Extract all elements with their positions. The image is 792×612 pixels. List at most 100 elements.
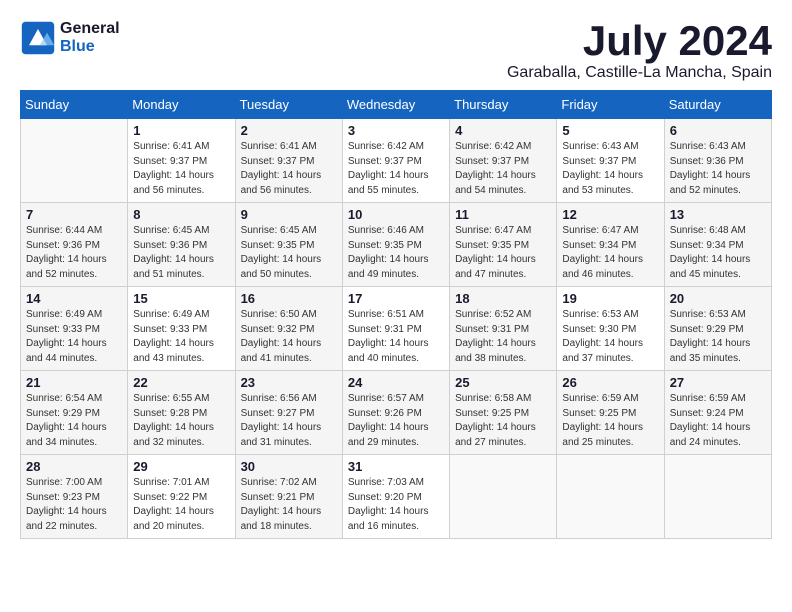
day-info: Sunrise: 6:43 AM Sunset: 9:37 PM Dayligh… <box>562 140 658 198</box>
day-info: Sunrise: 6:53 AM Sunset: 9:29 PM Dayligh… <box>670 308 766 366</box>
logo-icon <box>20 20 56 56</box>
day-info: Sunrise: 7:02 AM Sunset: 9:21 PM Dayligh… <box>241 476 337 534</box>
day-info: Sunrise: 6:59 AM Sunset: 9:25 PM Dayligh… <box>562 392 658 450</box>
day-number: 6 <box>670 123 766 138</box>
calendar-cell: 24 Sunrise: 6:57 AM Sunset: 9:26 PM Dayli… <box>342 371 449 455</box>
calendar-cell: 12Sunrise: 6:47 AM Sunset: 9:34 PM Dayli… <box>557 203 664 287</box>
day-number: 18 <box>455 291 551 306</box>
header-thursday: Thursday <box>450 91 557 119</box>
calendar-cell: 15 Sunrise: 6:49 AM Sunset: 9:33 PM Dayli… <box>128 287 235 371</box>
day-info: Sunrise: 6:56 AM Sunset: 9:27 PM Dayligh… <box>241 392 337 450</box>
day-number: 26 <box>562 375 658 390</box>
header-friday: Friday <box>557 91 664 119</box>
day-number: 5 <box>562 123 658 138</box>
calendar-cell: 29Sunrise: 7:01 AM Sunset: 9:22 PM Dayli… <box>128 455 235 539</box>
day-number: 27 <box>670 375 766 390</box>
location-subtitle: Garaballa, Castille-La Mancha, Spain <box>507 64 772 82</box>
calendar-cell <box>21 119 128 203</box>
day-number: 17 <box>348 291 444 306</box>
day-info: Sunrise: 6:51 AM Sunset: 9:31 PM Dayligh… <box>348 308 444 366</box>
day-info: Sunrise: 6:57 AM Sunset: 9:26 PM Dayligh… <box>348 392 444 450</box>
day-number: 11 <box>455 207 551 222</box>
calendar-cell: 27 Sunrise: 6:59 AM Sunset: 9:24 PM Dayli… <box>664 371 771 455</box>
calendar-cell: 13 Sunrise: 6:48 AM Sunset: 9:34 PM Dayli… <box>664 203 771 287</box>
day-info: Sunrise: 6:44 AM Sunset: 9:36 PM Dayligh… <box>26 224 122 282</box>
day-info: Sunrise: 6:46 AM Sunset: 9:35 PM Dayligh… <box>348 224 444 282</box>
day-number: 12 <box>562 207 658 222</box>
calendar-week-2: 7 Sunrise: 6:44 AM Sunset: 9:36 PM Daylig… <box>21 203 772 287</box>
day-info: Sunrise: 7:00 AM Sunset: 9:23 PM Dayligh… <box>26 476 122 534</box>
calendar-cell <box>557 455 664 539</box>
calendar-cell: 8 Sunrise: 6:45 AM Sunset: 9:36 PM Daylig… <box>128 203 235 287</box>
day-number: 28 <box>26 459 122 474</box>
day-info: Sunrise: 6:41 AM Sunset: 9:37 PM Dayligh… <box>241 140 337 198</box>
day-info: Sunrise: 6:45 AM Sunset: 9:36 PM Dayligh… <box>133 224 229 282</box>
day-number: 3 <box>348 123 444 138</box>
header-sunday: Sunday <box>21 91 128 119</box>
calendar-week-1: 1 Sunrise: 6:41 AM Sunset: 9:37 PM Daylig… <box>21 119 772 203</box>
day-number: 4 <box>455 123 551 138</box>
day-info: Sunrise: 6:59 AM Sunset: 9:24 PM Dayligh… <box>670 392 766 450</box>
day-number: 14 <box>26 291 122 306</box>
day-info: Sunrise: 6:45 AM Sunset: 9:35 PM Dayligh… <box>241 224 337 282</box>
day-number: 24 <box>348 375 444 390</box>
calendar-cell: 22 Sunrise: 6:55 AM Sunset: 9:28 PM Dayli… <box>128 371 235 455</box>
header-monday: Monday <box>128 91 235 119</box>
day-info: Sunrise: 6:43 AM Sunset: 9:36 PM Dayligh… <box>670 140 766 198</box>
day-number: 13 <box>670 207 766 222</box>
day-number: 23 <box>241 375 337 390</box>
day-number: 30 <box>241 459 337 474</box>
calendar-cell: 26 Sunrise: 6:59 AM Sunset: 9:25 PM Dayli… <box>557 371 664 455</box>
calendar-cell: 19 Sunrise: 6:53 AM Sunset: 9:30 PM Dayli… <box>557 287 664 371</box>
day-number: 31 <box>348 459 444 474</box>
day-number: 15 <box>133 291 229 306</box>
day-number: 16 <box>241 291 337 306</box>
calendar-cell: 10Sunrise: 6:46 AM Sunset: 9:35 PM Dayli… <box>342 203 449 287</box>
day-number: 1 <box>133 123 229 138</box>
day-info: Sunrise: 6:42 AM Sunset: 9:37 PM Dayligh… <box>348 140 444 198</box>
calendar-cell: 5 Sunrise: 6:43 AM Sunset: 9:37 PM Daylig… <box>557 119 664 203</box>
calendar-cell: 31 Sunrise: 7:03 AM Sunset: 9:20 PM Dayli… <box>342 455 449 539</box>
day-number: 8 <box>133 207 229 222</box>
calendar-cell: 20Sunrise: 6:53 AM Sunset: 9:29 PM Dayli… <box>664 287 771 371</box>
header-wednesday: Wednesday <box>342 91 449 119</box>
day-info: Sunrise: 6:55 AM Sunset: 9:28 PM Dayligh… <box>133 392 229 450</box>
day-info: Sunrise: 6:53 AM Sunset: 9:30 PM Dayligh… <box>562 308 658 366</box>
day-info: Sunrise: 6:49 AM Sunset: 9:33 PM Dayligh… <box>26 308 122 366</box>
calendar-cell: 7 Sunrise: 6:44 AM Sunset: 9:36 PM Daylig… <box>21 203 128 287</box>
calendar-cell <box>450 455 557 539</box>
day-number: 2 <box>241 123 337 138</box>
calendar-cell: 28 Sunrise: 7:00 AM Sunset: 9:23 PM Dayli… <box>21 455 128 539</box>
calendar-cell: 18 Sunrise: 6:52 AM Sunset: 9:31 PM Dayli… <box>450 287 557 371</box>
calendar-cell: 6 Sunrise: 6:43 AM Sunset: 9:36 PM Daylig… <box>664 119 771 203</box>
day-number: 29 <box>133 459 229 474</box>
day-info: Sunrise: 6:48 AM Sunset: 9:34 PM Dayligh… <box>670 224 766 282</box>
day-info: Sunrise: 6:52 AM Sunset: 9:31 PM Dayligh… <box>455 308 551 366</box>
day-number: 22 <box>133 375 229 390</box>
day-info: Sunrise: 6:41 AM Sunset: 9:37 PM Dayligh… <box>133 140 229 198</box>
calendar-cell: 21 Sunrise: 6:54 AM Sunset: 9:29 PM Dayli… <box>21 371 128 455</box>
calendar-cell: 3 Sunrise: 6:42 AM Sunset: 9:37 PM Daylig… <box>342 119 449 203</box>
calendar-cell: 14 Sunrise: 6:49 AM Sunset: 9:33 PM Dayli… <box>21 287 128 371</box>
title-section: July 2024 Garaballa, Castille-La Mancha,… <box>507 20 772 82</box>
day-info: Sunrise: 6:58 AM Sunset: 9:25 PM Dayligh… <box>455 392 551 450</box>
calendar-header-row: SundayMondayTuesdayWednesdayThursdayFrid… <box>21 91 772 119</box>
day-info: Sunrise: 6:54 AM Sunset: 9:29 PM Dayligh… <box>26 392 122 450</box>
day-info: Sunrise: 6:50 AM Sunset: 9:32 PM Dayligh… <box>241 308 337 366</box>
day-info: Sunrise: 6:49 AM Sunset: 9:33 PM Dayligh… <box>133 308 229 366</box>
day-number: 21 <box>26 375 122 390</box>
day-number: 9 <box>241 207 337 222</box>
day-number: 7 <box>26 207 122 222</box>
day-info: Sunrise: 7:03 AM Sunset: 9:20 PM Dayligh… <box>348 476 444 534</box>
day-info: Sunrise: 6:42 AM Sunset: 9:37 PM Dayligh… <box>455 140 551 198</box>
day-number: 25 <box>455 375 551 390</box>
calendar-week-3: 14 Sunrise: 6:49 AM Sunset: 9:33 PM Dayli… <box>21 287 772 371</box>
calendar-week-5: 28 Sunrise: 7:00 AM Sunset: 9:23 PM Dayli… <box>21 455 772 539</box>
calendar-cell: 11 Sunrise: 6:47 AM Sunset: 9:35 PM Dayli… <box>450 203 557 287</box>
day-number: 19 <box>562 291 658 306</box>
header-tuesday: Tuesday <box>235 91 342 119</box>
calendar-cell: 16 Sunrise: 6:50 AM Sunset: 9:32 PM Dayli… <box>235 287 342 371</box>
calendar-cell: 17 Sunrise: 6:51 AM Sunset: 9:31 PM Dayli… <box>342 287 449 371</box>
day-info: Sunrise: 6:47 AM Sunset: 9:35 PM Dayligh… <box>455 224 551 282</box>
logo-text: General Blue <box>60 20 120 56</box>
